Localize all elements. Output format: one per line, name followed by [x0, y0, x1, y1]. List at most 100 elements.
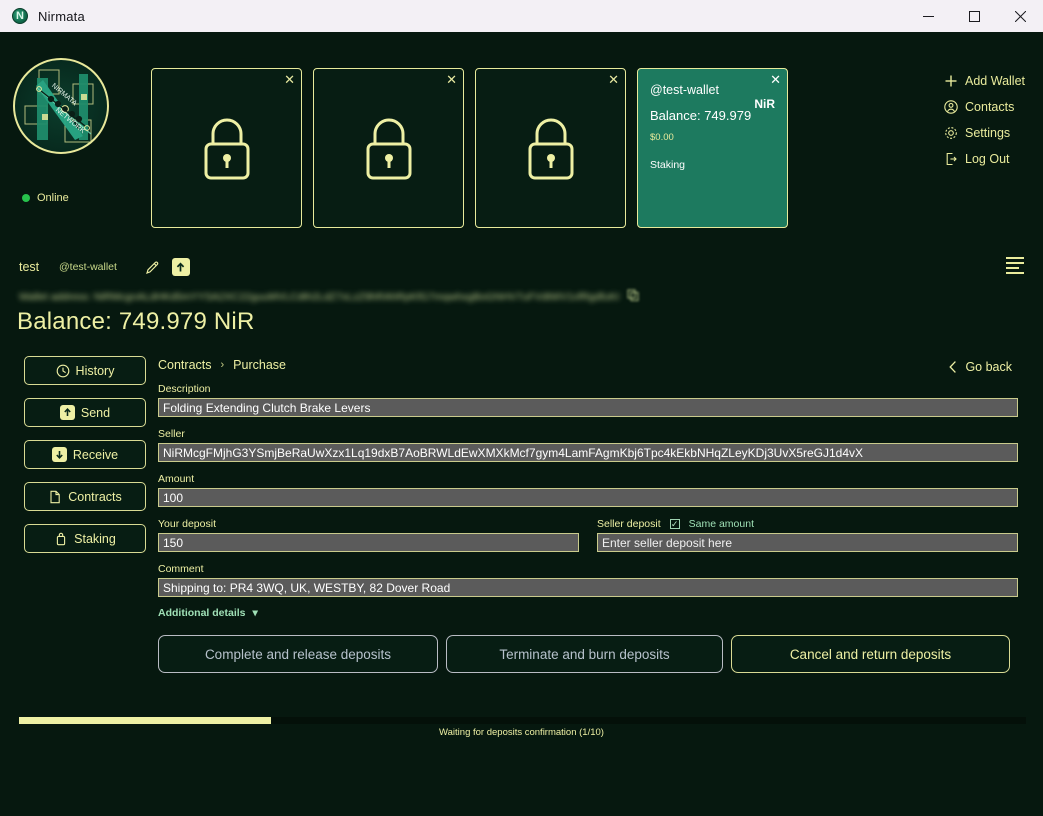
contacts-label: Contacts [965, 100, 1014, 114]
wallet-balance-heading: Balance: 749.979 NiR [17, 308, 254, 336]
close-icon [1015, 11, 1026, 22]
description-field: Description Folding Extending Clutch Bra… [158, 383, 1018, 417]
nirmata-logo-icon [12, 8, 28, 24]
wallet-card-body: @test-wallet ✕ Balance: 749.979 NiR $0.0… [638, 69, 787, 227]
status-message: Waiting for deposits confirmation (1/10) [0, 727, 1043, 738]
wallet-card-header: @test-wallet ✕ [650, 83, 775, 97]
settings-label: Settings [965, 126, 1010, 140]
seller-deposit-label: Seller deposit [597, 518, 661, 530]
wallet-card-fiat: $0.00 [650, 132, 775, 143]
logout-button[interactable]: Log Out [944, 152, 1025, 166]
status-dot-icon [22, 194, 30, 202]
description-label: Description [158, 383, 1018, 395]
title-bar-left: Nirmata [0, 8, 85, 24]
chevron-left-icon [948, 360, 958, 374]
clock-icon [56, 364, 70, 378]
main-panel: Contracts › Purchase Go back Description… [158, 358, 1018, 673]
breadcrumb-separator: › [221, 359, 225, 371]
status-label: Online [37, 192, 69, 204]
sidebar-item-label: Staking [74, 532, 116, 546]
wallet-card-locked-2[interactable]: ✕ [313, 68, 464, 228]
your-deposit-field: Your deposit 150 [158, 518, 579, 552]
wallet-info-strip: test @test-wallet Wallet addre [0, 246, 1043, 346]
comment-input[interactable]: Shipping to: PR4 3WQ, UK, WESTBY, 82 Dov… [158, 578, 1018, 597]
wallet-handle: @test-wallet [59, 261, 117, 273]
sidebar-item-staking[interactable]: Staking [24, 524, 146, 553]
wallet-card-staking: Staking [650, 159, 775, 171]
wallet-address: Wallet address: NiRMcgnALdHKd5mYYSA2XC22… [19, 291, 619, 303]
wallet-card-locked-3[interactable]: ✕ [475, 68, 626, 228]
wallet-card-list: ✕ ✕ ✕ [151, 68, 788, 228]
sidebar-item-send[interactable]: Send [24, 398, 146, 427]
comment-label: Comment [158, 563, 1018, 575]
settings-button[interactable]: Settings [944, 126, 1025, 140]
sidebar-item-label: Receive [73, 448, 118, 462]
your-deposit-label: Your deposit [158, 518, 579, 530]
maximize-button[interactable] [951, 0, 997, 32]
close-icon[interactable]: ✕ [446, 73, 457, 87]
upload-arrow-icon [175, 262, 186, 273]
breadcrumb-contracts[interactable]: Contracts [158, 358, 212, 372]
wallet-card-currency: NiR [754, 97, 775, 111]
progress-bar-fill [19, 717, 271, 724]
copy-address-button[interactable] [627, 288, 639, 306]
description-input[interactable]: Folding Extending Clutch Brake Levers [158, 398, 1018, 417]
sidebar-item-contracts[interactable]: Contracts [24, 482, 146, 511]
close-icon[interactable]: ✕ [608, 73, 619, 87]
amount-input[interactable]: 100 [158, 488, 1018, 507]
up-arrow-icon [60, 405, 75, 420]
seller-input[interactable]: NiRMcgFMjhG3YSmjBeRaUwXzx1Lq19dxB7AoBRWL… [158, 443, 1018, 462]
add-wallet-button[interactable]: Add Wallet [944, 74, 1025, 88]
amount-label: Amount [158, 473, 1018, 485]
seller-deposit-input[interactable]: Enter seller deposit here [597, 533, 1018, 552]
hamburger-icon [1006, 257, 1024, 259]
bag-icon [54, 532, 68, 546]
complete-and-release-deposits-button[interactable]: Complete and release deposits [158, 635, 438, 673]
window-title: Nirmata [38, 9, 85, 24]
sidebar-item-label: Contracts [68, 490, 122, 504]
breadcrumb-current: Purchase [233, 358, 286, 372]
user-circle-icon [944, 100, 958, 114]
go-back-button[interactable]: Go back [948, 360, 1012, 374]
app-window: Nirmata [0, 0, 1043, 816]
additional-details-label: Additional details [158, 607, 246, 619]
seller-label: Seller [158, 428, 1018, 440]
wallet-menu-button[interactable] [1006, 257, 1024, 277]
top-right-menu: Add Wallet Contacts Settings [944, 74, 1025, 166]
same-amount-checkbox[interactable]: ✓ [670, 519, 680, 529]
edit-wallet-button[interactable] [143, 257, 163, 277]
close-icon[interactable]: ✕ [770, 73, 781, 87]
wallet-card-active[interactable]: @test-wallet ✕ Balance: 749.979 NiR $0.0… [637, 68, 788, 228]
wallet-card-locked-1[interactable]: ✕ [151, 68, 302, 228]
logout-icon [944, 152, 958, 166]
brand-logo: NIRMATA NETWORK [13, 58, 109, 154]
wallet-card-balance-row: Balance: 749.979 NiR [650, 97, 775, 123]
minimize-button[interactable] [905, 0, 951, 32]
comment-field: Comment Shipping to: PR4 3WQ, UK, WESTBY… [158, 563, 1018, 597]
additional-details-toggle[interactable]: Additional details ▾ [158, 607, 1018, 619]
top-bar: NIRMATA NETWORK Online ✕ ✕ [0, 32, 1043, 228]
your-deposit-input[interactable]: 150 [158, 533, 579, 552]
hamburger-icon [1006, 267, 1019, 269]
contacts-button[interactable]: Contacts [944, 100, 1025, 114]
amount-field: Amount 100 [158, 473, 1018, 507]
terminate-and-burn-deposits-button[interactable]: Terminate and burn deposits [446, 635, 723, 673]
cancel-and-return-deposits-button[interactable]: Cancel and return deposits [731, 635, 1010, 673]
breadcrumb: Contracts › Purchase [158, 358, 1018, 372]
wallet-address-row: Wallet address: NiRMcgnALdHKd5mYYSA2XC22… [19, 288, 639, 306]
connection-status: Online [22, 192, 69, 204]
contract-actions: Complete and release deposits Terminate … [158, 635, 1018, 673]
wallet-name: test [19, 260, 59, 274]
down-arrow-icon [52, 447, 67, 462]
lock-icon [199, 114, 255, 182]
seller-deposit-field: Seller deposit ✓ Same amount Enter selle… [597, 518, 1018, 552]
nirmata-network-logo-icon: NIRMATA NETWORK [13, 58, 109, 154]
sidebar-item-receive[interactable]: Receive [24, 440, 146, 469]
hamburger-icon [1006, 262, 1024, 264]
copy-icon [627, 289, 639, 301]
sidebar-item-history[interactable]: History [24, 356, 146, 385]
share-wallet-button[interactable] [172, 258, 190, 276]
close-icon[interactable]: ✕ [284, 73, 295, 87]
minimize-icon [923, 11, 934, 22]
close-button[interactable] [997, 0, 1043, 32]
